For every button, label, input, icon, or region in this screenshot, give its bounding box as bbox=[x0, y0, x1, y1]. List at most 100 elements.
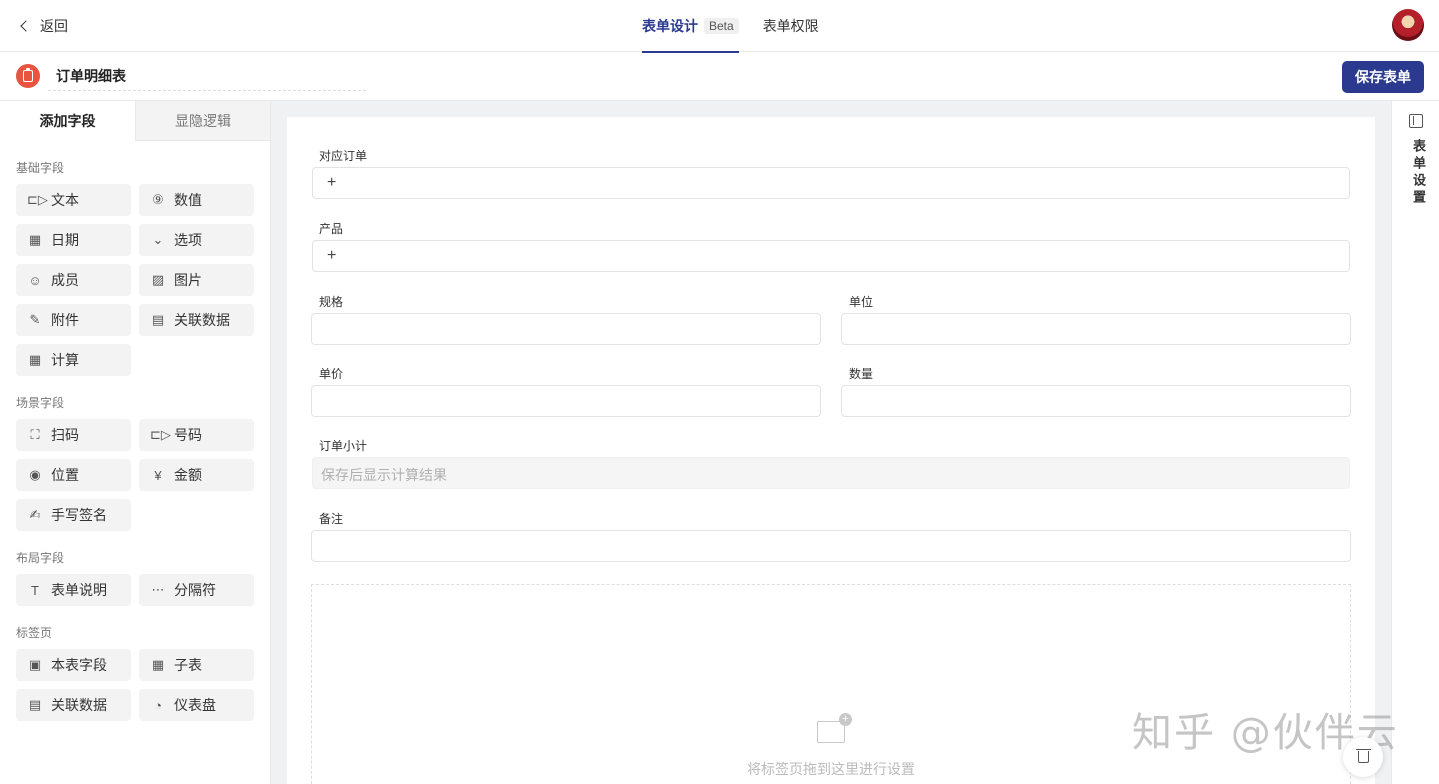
chip-label: 数值 bbox=[174, 192, 202, 208]
field-chip-location[interactable]: ◉ 位置 bbox=[16, 459, 131, 491]
folder-add-icon bbox=[817, 713, 852, 743]
field-chip-date[interactable]: ▦ 日期 bbox=[16, 224, 131, 256]
scan-icon: ⛶ bbox=[30, 427, 40, 442]
text-field-icon: ⊏▷ bbox=[27, 192, 48, 207]
field-label-remark: 备注 bbox=[319, 512, 344, 526]
field-chip-calculate[interactable]: ▦ 计算 bbox=[16, 344, 131, 376]
field-chip-image[interactable]: ▨ 图片 bbox=[139, 264, 254, 296]
field-chip-member[interactable]: ☺ 成员 bbox=[16, 264, 131, 296]
field-grid: ⊏▷ 文本 ⑨ 数值 ▦ 日期 ⌄ 选项 ☺ 成员 ▨ 图片 ✎ 附件 ▤ 关联数据 ▦ 计算 bbox=[0, 173, 270, 376]
form-settings-label[interactable]: 表单设置 bbox=[1409, 139, 1428, 207]
field-label-unit: 单位 bbox=[849, 295, 874, 309]
field-grid: T 表单说明 ⋯ 分隔符 bbox=[0, 563, 270, 606]
field-label-price: 单价 bbox=[319, 367, 344, 381]
chip-label: 仪表盘 bbox=[174, 697, 216, 713]
field-chip-amount[interactable]: ¥ 金额 bbox=[139, 459, 254, 491]
trash-icon bbox=[1355, 749, 1371, 763]
calculator-icon: ▦ bbox=[28, 352, 42, 367]
plus-icon[interactable]: + bbox=[327, 175, 336, 191]
remark-input[interactable] bbox=[311, 530, 1351, 562]
subtotal-field: 保存后显示计算结果 bbox=[312, 457, 1350, 489]
chip-label: 关联数据 bbox=[174, 312, 230, 328]
back-label: 返回 bbox=[40, 18, 68, 34]
avatar[interactable] bbox=[1392, 9, 1424, 41]
panel-tabs: 添加字段 显隐逻辑 bbox=[0, 101, 270, 141]
field-chip-table-field[interactable]: ▣ 本表字段 bbox=[16, 649, 131, 681]
field-chip-text[interactable]: ⊏▷ 文本 bbox=[16, 184, 131, 216]
chip-label: 扫码 bbox=[51, 427, 79, 443]
field-chip-serial[interactable]: ⊏▷ 号码 bbox=[139, 419, 254, 451]
chip-label: 关联数据 bbox=[51, 697, 107, 713]
field-chip-divider[interactable]: ⋯ 分隔符 bbox=[139, 574, 254, 606]
serial-number-icon: ⊏▷ bbox=[150, 427, 171, 442]
product-field[interactable]: + bbox=[312, 240, 1350, 272]
tab-add-field[interactable]: 添加字段 bbox=[0, 101, 135, 141]
field-label-quantity: 数量 bbox=[849, 367, 874, 381]
field-grid: ▣ 本表字段 ▦ 子表 ▤ 关联数据 ◔ 仪表盘 bbox=[0, 638, 270, 721]
text-t-icon: T bbox=[31, 582, 39, 598]
field-chip-number[interactable]: ⑨ 数值 bbox=[139, 184, 254, 216]
chip-label: 子表 bbox=[174, 657, 202, 673]
field-chip-signature[interactable]: ✍ 手写签名 bbox=[16, 499, 131, 531]
tab-label: 表单权限 bbox=[762, 18, 819, 34]
table-field-icon: ▣ bbox=[28, 657, 42, 672]
collapse-panel-icon[interactable] bbox=[1409, 114, 1423, 128]
chip-label: 手写签名 bbox=[51, 507, 107, 523]
tab-visibility-logic[interactable]: 显隐逻辑 bbox=[135, 101, 270, 141]
order-field[interactable]: + bbox=[312, 167, 1350, 199]
save-form-button[interactable]: 保存表单 bbox=[1342, 61, 1424, 93]
form-name-input[interactable]: 订单明细表 bbox=[48, 65, 366, 91]
chip-label: 选项 bbox=[174, 232, 202, 248]
chip-label: 表单说明 bbox=[51, 582, 107, 598]
chip-label: 图片 bbox=[174, 272, 202, 288]
field-chip-attachment[interactable]: ✎ 附件 bbox=[16, 304, 131, 336]
group-title: 布局字段 bbox=[16, 551, 65, 565]
calendar-icon: ▦ bbox=[28, 232, 42, 247]
field-chip-linked-data-tab[interactable]: ▤ 关联数据 bbox=[16, 689, 131, 721]
group-title: 基础字段 bbox=[16, 161, 65, 175]
group-title: 场景字段 bbox=[16, 396, 65, 410]
divider-icon: ⋯ bbox=[151, 582, 165, 597]
design-tabs: 表单设计 Beta 表单权限 bbox=[642, 0, 819, 53]
field-chip-option[interactable]: ⌄ 选项 bbox=[139, 224, 254, 256]
price-input[interactable] bbox=[311, 385, 821, 417]
field-grid: ⛶ 扫码 ⊏▷ 号码 ◉ 位置 ¥ 金额 ✍ 手写签名 bbox=[0, 408, 270, 531]
chip-label: 号码 bbox=[174, 427, 202, 443]
linked-data-icon: ▤ bbox=[151, 312, 165, 327]
dropzone-hint: 将标签页拖到这里进行设置 bbox=[747, 761, 915, 777]
chip-label: 文本 bbox=[51, 192, 79, 208]
group-title: 标签页 bbox=[16, 626, 53, 640]
field-label-subtotal: 订单小计 bbox=[319, 439, 368, 453]
chip-label: 本表字段 bbox=[51, 657, 107, 673]
subtotal-placeholder: 保存后显示计算结果 bbox=[321, 467, 447, 483]
chevron-left-icon bbox=[20, 20, 32, 32]
linked-data-icon: ▤ bbox=[28, 697, 42, 712]
chip-label: 分隔符 bbox=[174, 582, 216, 598]
field-chip-linked-data[interactable]: ▤ 关联数据 bbox=[139, 304, 254, 336]
back-button[interactable]: 返回 bbox=[20, 16, 68, 36]
attachment-icon: ✎ bbox=[29, 312, 41, 327]
field-chip-description[interactable]: T 表单说明 bbox=[16, 574, 131, 606]
plus-icon[interactable]: + bbox=[327, 248, 336, 264]
field-panel: 添加字段 显隐逻辑 基础字段 ⊏▷ 文本 ⑨ 数值 ▦ 日期 ⌄ 选项 ☺ 成员 ▨ 图片 … bbox=[0, 101, 271, 784]
field-chip-dashboard[interactable]: ◔ 仪表盘 bbox=[139, 689, 254, 721]
unit-input[interactable] bbox=[841, 313, 1351, 345]
field-chip-scan[interactable]: ⛶ 扫码 bbox=[16, 419, 131, 451]
form-canvas: 对应订单 + 产品 + 规格 单位 单价 数量 订单小计 保存后显示计算结果 备… bbox=[271, 101, 1391, 784]
tab-label: 表单设计 bbox=[642, 18, 698, 34]
field-label-order: 对应订单 bbox=[319, 149, 368, 163]
member-icon: ☺ bbox=[28, 272, 42, 288]
dashboard-icon: ◔ bbox=[154, 697, 162, 713]
trash-button[interactable] bbox=[1343, 737, 1383, 777]
settings-rail[interactable]: 表单设置 bbox=[1391, 101, 1439, 784]
subtable-icon: ▦ bbox=[151, 657, 165, 672]
spec-input[interactable] bbox=[311, 313, 821, 345]
tab-form-design[interactable]: 表单设计 Beta bbox=[642, 0, 739, 53]
option-icon: ⌄ bbox=[152, 232, 164, 247]
quantity-input[interactable] bbox=[841, 385, 1351, 417]
chip-label: 附件 bbox=[51, 312, 79, 328]
field-chip-subtable[interactable]: ▦ 子表 bbox=[139, 649, 254, 681]
tab-form-permission[interactable]: 表单权限 bbox=[763, 0, 819, 52]
chip-label: 成员 bbox=[51, 272, 79, 288]
chip-label: 计算 bbox=[51, 352, 79, 368]
